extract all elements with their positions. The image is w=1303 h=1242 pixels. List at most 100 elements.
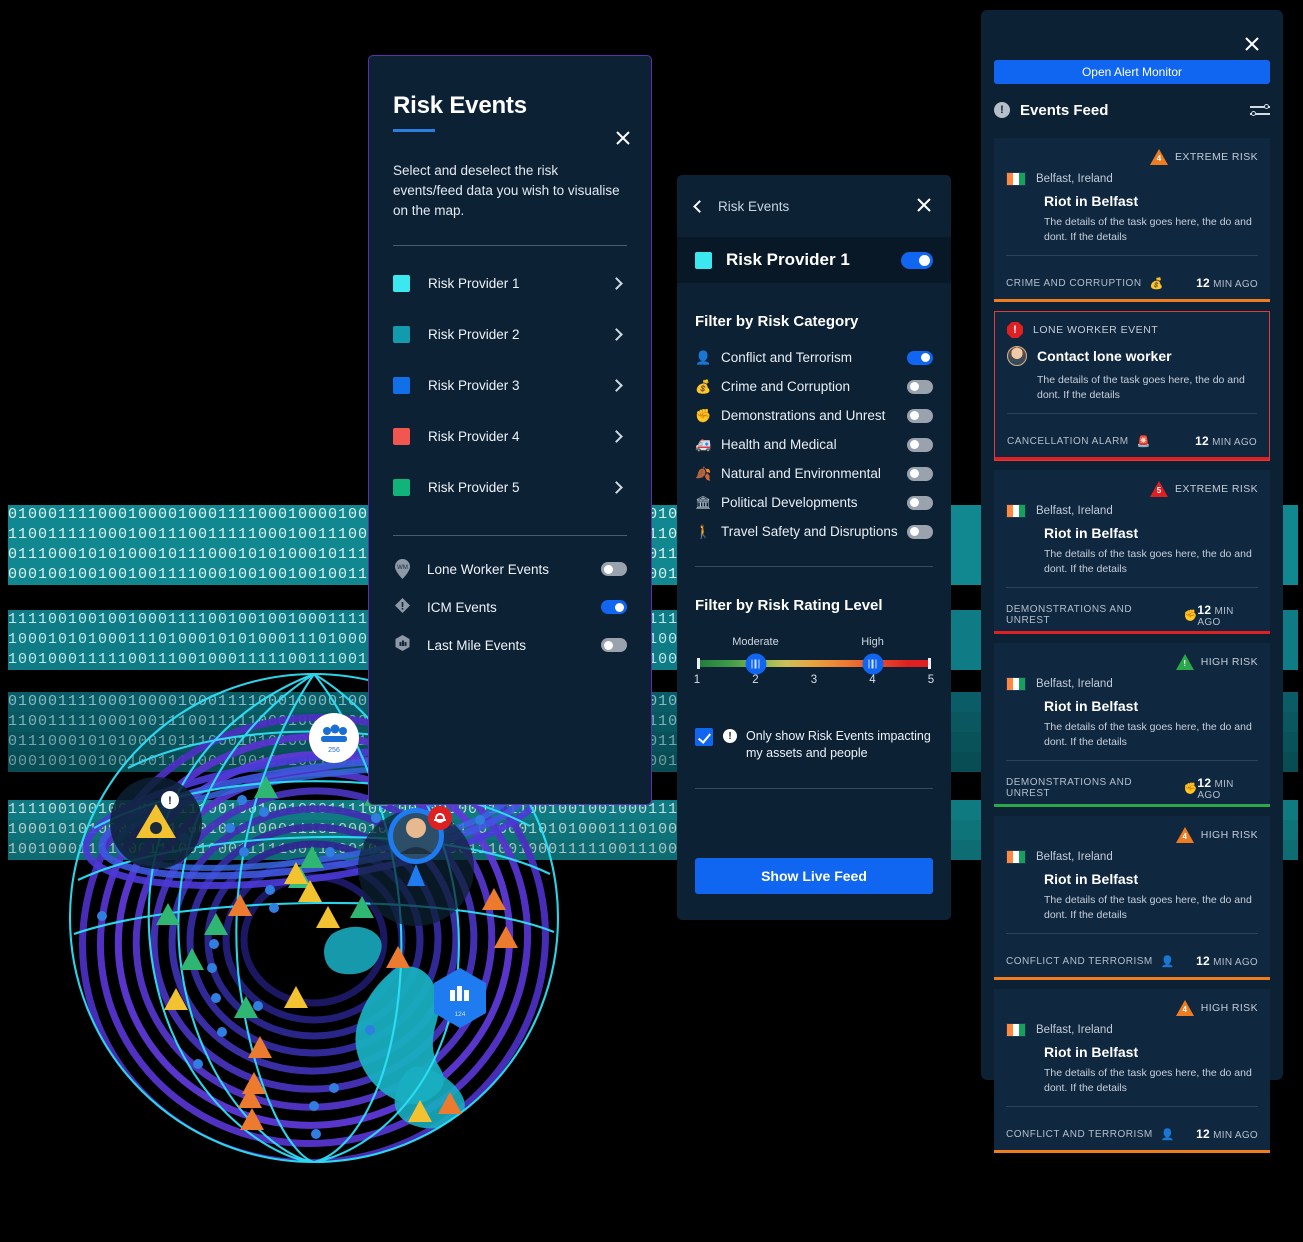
close-feed-panel-button[interactable] [1243,35,1261,53]
event-footer: DEMONSTRATIONS AND UNREST ✊ 12 MIN AGO [994,772,1270,804]
category-icon: ✊ [1183,782,1198,795]
lone-worker-event-card[interactable]: ! LONE WORKER EVENT Contact lone worker The… [994,311,1270,461]
risk-provider-row[interactable]: Risk Provider 1 [393,258,627,309]
provider-enable-toggle[interactable] [901,251,933,269]
category-icon: ✊ [1183,609,1198,622]
risk-provider-list: Risk Provider 1 Risk Provider 2 Risk Provi… [393,258,627,513]
risk-category-row[interactable]: 🏛 Political Developments [695,488,933,517]
event-description: The details of the task goes here, the d… [1044,1067,1252,1094]
alert-icon: ! [994,102,1010,118]
risk-event-card[interactable]: 4 EXTREME RISK Belfast, Ireland Riot in Bel… [994,138,1270,302]
panel-description: Select and deselect the risk events/feed… [393,163,620,218]
divider [393,535,627,536]
close-provider-panel-button[interactable] [915,196,933,214]
risk-event-card[interactable]: 5 EXTREME RISK Belfast, Ireland Riot in Bel… [994,470,1270,634]
risk-category-row[interactable]: 💰 Crime and Corruption [695,372,933,401]
category-label: Conflict and Terrorism [721,350,853,365]
category-label: Crime and Corruption [721,379,851,394]
event-title: Riot in Belfast [1044,871,1139,887]
time-value: 12 [1197,602,1212,617]
slider-thumb-low[interactable] [745,653,766,674]
risk-level-label: HIGH RISK [1200,656,1258,668]
globe-people-badge[interactable]: 256 [309,713,359,763]
risk-provider-row[interactable]: Risk Provider 3 [393,360,627,411]
time-unit: MIN AGO [1213,1130,1258,1141]
risk-score: 4 [1182,1005,1187,1014]
avatar [1007,346,1027,366]
feed-toggle[interactable] [601,562,627,576]
feed-toggle-row[interactable]: WM Lone Worker Events [393,550,627,588]
slider-tick: 5 [927,674,935,686]
feed-label: Lone Worker Events [427,561,550,577]
slider-track[interactable] [697,653,931,674]
chevron-right-icon [610,430,623,443]
category-toggle[interactable] [907,437,933,452]
slider-thumb-high[interactable] [862,653,883,674]
provider-panel-header: Risk Events [677,175,951,237]
divider [1006,933,1258,934]
category-icon: 🚨 [1136,435,1151,448]
risk-rating-slider[interactable]: Moderate High 1 2 3 4 5 [694,636,935,690]
back-button[interactable]: Risk Events [693,199,789,214]
category-toggle[interactable] [907,379,933,394]
divider [1006,587,1258,588]
risk-provider-row[interactable]: Risk Provider 5 [393,462,627,513]
globe-facility-badge[interactable]: 124 [434,968,486,1028]
time-value: 12 [1196,276,1211,290]
provider-label: Risk Provider 2 [428,327,520,342]
category-toggle[interactable] [907,495,933,510]
risk-category-row[interactable]: 🚶 Travel Safety and Disruptions [695,517,933,546]
chevron-right-icon [610,379,623,392]
feed-toggle[interactable] [601,638,627,652]
provider-label: Risk Provider 4 [428,429,520,444]
show-live-feed-button[interactable]: Show Live Feed [695,858,933,894]
category-toggle[interactable] [907,408,933,423]
risk-event-card[interactable]: 4 HIGH RISK Belfast, Ireland Riot in Belfas… [994,816,1270,980]
category-toggle[interactable] [907,350,933,365]
close-risk-events-button[interactable] [613,128,633,148]
risk-category-list: 👤 Conflict and Terrorism 💰 Crime and Corrup… [695,343,933,546]
provider-title-bar: Risk Provider 1 [677,237,951,283]
provider-name: Risk Provider 1 [726,250,850,269]
risk-level-label: EXTREME RISK [1175,151,1258,163]
time-value: 12 [1196,1127,1211,1141]
impact-filter-row[interactable]: ! Only show Risk Events impacting my ass… [695,728,933,762]
event-location: Belfast, Ireland [1036,1024,1113,1036]
feed-toggle-row[interactable]: Last Mile Events [393,626,627,664]
chevron-left-icon [693,200,706,213]
risk-provider-row[interactable]: Risk Provider 2 [393,309,627,360]
info-icon[interactable]: ! [723,729,737,743]
feed-toggle[interactable] [601,600,627,614]
risk-score-badge: 4 [1150,149,1169,165]
risk-event-card[interactable]: ! HIGH RISK Belfast, Ireland Riot in Belfas… [994,643,1270,807]
event-title: Riot in Belfast [1044,193,1139,209]
risk-level-label: HIGH RISK [1200,829,1258,841]
chevron-right-icon [610,481,623,494]
event-description: The details of the task goes here, the d… [1044,548,1252,575]
provider-color-swatch [393,377,410,394]
divider [1006,255,1258,256]
category-toggle[interactable] [907,524,933,539]
category-toggle[interactable] [907,466,933,481]
event-timestamp: 12 MIN AGO [1196,276,1258,290]
feed-filter-icon[interactable] [1250,103,1270,117]
svg-text:124: 124 [455,1011,466,1018]
risk-category-row[interactable]: 👤 Conflict and Terrorism [695,343,933,372]
event-location: Belfast, Ireland [1036,505,1113,517]
ireland-flag-icon [1006,677,1026,691]
risk-category-row[interactable]: 🚑 Health and Medical [695,430,933,459]
event-category: DEMONSTRATIONS AND UNREST [1006,604,1133,626]
risk-category-row[interactable]: ✊ Demonstrations and Unrest [695,401,933,430]
impact-filter-checkbox[interactable] [695,728,713,746]
open-alert-monitor-button[interactable]: Open Alert Monitor [994,60,1270,84]
risk-event-card[interactable]: 4 HIGH RISK Belfast, Ireland Riot in Belfas… [994,989,1270,1153]
category-icon: 👤 [1160,1128,1175,1141]
globe-alert-badge[interactable]: ! [110,777,202,869]
event-timestamp: 12 MIN AGO [1196,1127,1258,1141]
ireland-flag-icon [1006,172,1026,186]
risk-category-row[interactable]: 🍂 Natural and Environmental [695,459,933,488]
feed-toggle-row[interactable]: ICM Events [393,588,627,626]
risk-provider-row[interactable]: Risk Provider 4 [393,411,627,462]
event-footer: CONFLICT AND TERRORISM 👤 12 MIN AGO [994,1118,1270,1150]
category-label: Travel Safety and Disruptions [721,524,898,539]
